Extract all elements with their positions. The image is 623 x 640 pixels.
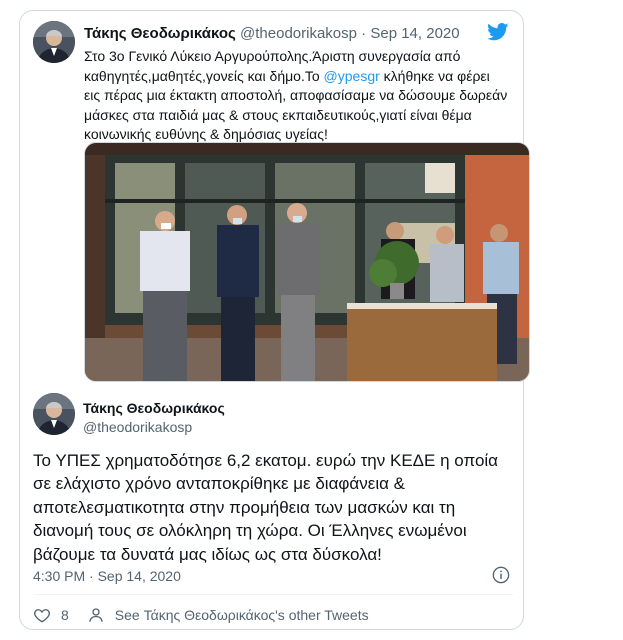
- quoted-tweet-text: Στο 3ο Γενικό Λύκειο Αργυρούπολης.Άριστη…: [84, 47, 508, 145]
- heart-icon[interactable]: [33, 606, 51, 624]
- main-tweet-avatar[interactable]: [33, 393, 75, 435]
- main-tweet-handle[interactable]: @theodorikakosp: [83, 419, 192, 435]
- quoted-tweet-avatar[interactable]: [33, 21, 75, 63]
- quoted-tweet-separator: ·: [361, 25, 367, 42]
- twitter-bird-icon[interactable]: [487, 23, 509, 41]
- main-tweet-timestamp[interactable]: 4:30 PM · Sep 14, 2020: [33, 568, 181, 584]
- quoted-tweet-handle[interactable]: @theodorikakosp: [240, 25, 357, 42]
- other-tweets-link[interactable]: See Τάκης Θεοδωρικάκος's other Tweets: [115, 607, 369, 623]
- info-icon[interactable]: [492, 566, 510, 584]
- embedded-tweet-card: Τάκης Θεοδωρικάκος @theodorikakosp · Sep…: [19, 10, 530, 630]
- quoted-tweet-author-name[interactable]: Τάκης Θεοδωρικάκος: [84, 25, 236, 42]
- like-count: 8: [61, 607, 69, 623]
- tweet-actions: 8 See Τάκης Θεοδωρικάκος's other Tweets: [33, 604, 369, 626]
- ypesgr-mention-link[interactable]: @ypesgr: [324, 68, 380, 84]
- quoted-tweet-header: Τάκης Θεοδωρικάκος @theodorikakosp · Sep…: [84, 25, 460, 42]
- actions-divider: [33, 594, 513, 595]
- main-tweet-text: Το ΥΠΕΣ χρηματοδότησε 6,2 εκατομ. ευρώ τ…: [33, 451, 499, 564]
- person-icon[interactable]: [87, 606, 105, 624]
- quoted-tweet-photo[interactable]: [84, 142, 530, 382]
- main-tweet-author-name[interactable]: Τάκης Θεοδωρικάκος: [83, 400, 225, 416]
- quoted-tweet-date[interactable]: Sep 14, 2020: [370, 25, 459, 42]
